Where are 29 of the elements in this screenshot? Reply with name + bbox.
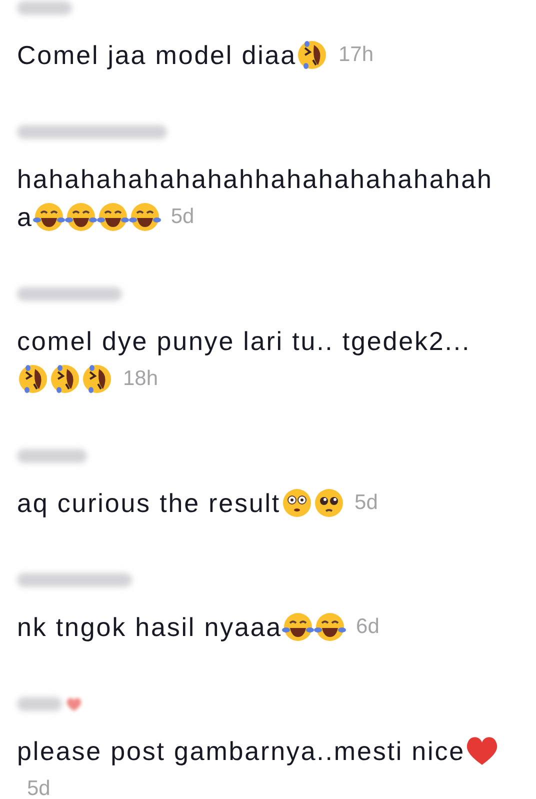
- rolling-laughing-face-icon: [17, 363, 49, 395]
- comment-text: please post gambarnya..mesti nice: [17, 734, 465, 768]
- comment-text: comel dye punye lari tu.. tgedek2...: [17, 324, 471, 358]
- comment-time: 18h: [123, 366, 158, 392]
- rolling-laughing-face-icon: [49, 363, 81, 395]
- comment-text: hahahahahahahahhahahahahahahah: [17, 162, 493, 196]
- laughing-tears-face-icon: [64, 201, 97, 233]
- wide-eyed-face-icon: [280, 487, 313, 519]
- blurred-username: [17, 697, 62, 711]
- laughing-tears-face-icon: [314, 611, 346, 643]
- comment-time: 5d: [354, 490, 378, 516]
- comment-text: Comel jaa model diaa: [17, 38, 296, 72]
- laughing-tears-face-icon: [282, 611, 314, 643]
- rolling-laughing-face-icon: [81, 363, 113, 395]
- comment-time: 6d: [356, 614, 380, 640]
- pleading-face-icon: [312, 487, 345, 519]
- blurred-username: [17, 1, 72, 15]
- comment-text: aq curious the result: [17, 486, 281, 520]
- laughing-tears-face-icon: [96, 201, 129, 233]
- rolling-laughing-face-icon: [296, 39, 328, 71]
- laughing-tears-face-icon: [128, 201, 161, 233]
- laughing-tears-face-icon: [32, 201, 65, 233]
- comment-time: 5d: [170, 204, 194, 230]
- comment-text: a: [17, 200, 33, 234]
- comment-text: nk tngok hasil nyaaa: [17, 610, 282, 644]
- blurred-username: [17, 449, 87, 463]
- comment-time: 5d: [27, 776, 50, 799]
- comment-time: 17h: [338, 42, 374, 68]
- heart-icon: [464, 735, 499, 767]
